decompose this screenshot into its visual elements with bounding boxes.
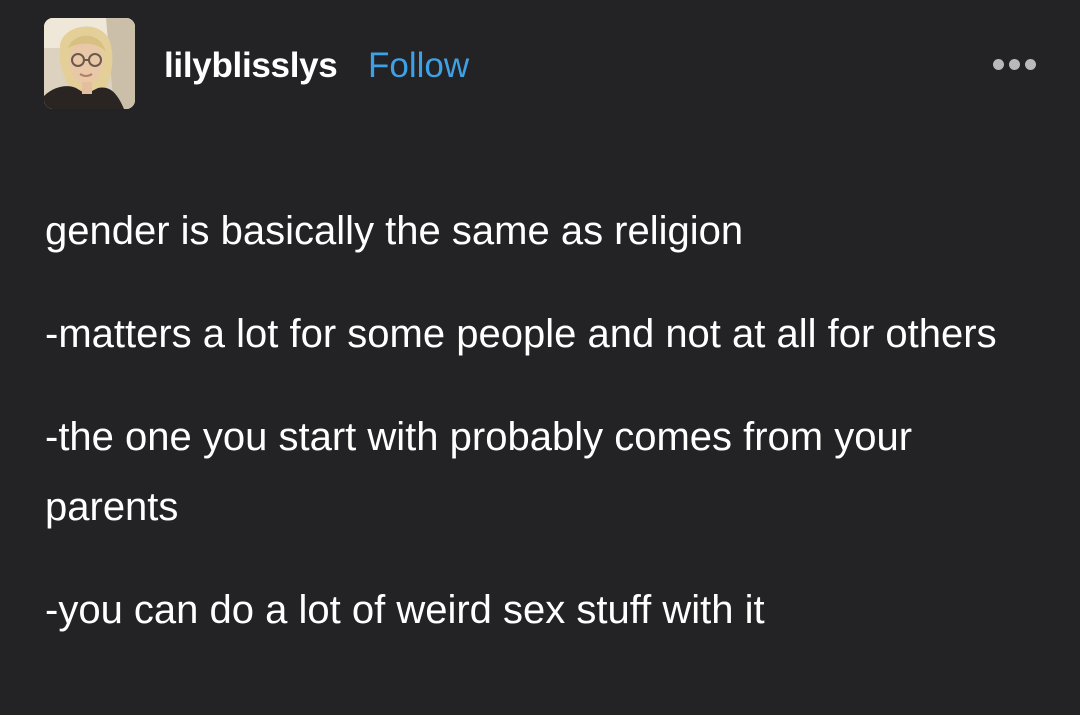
username-link[interactable]: lilyblisslys bbox=[164, 45, 338, 87]
post-paragraph: -the one you start with probably comes f… bbox=[45, 415, 913, 529]
post-paragraph: -you can do a lot of weird sex stuff wit… bbox=[45, 588, 765, 632]
more-options-button[interactable] bbox=[990, 56, 1040, 72]
post-header: lilyblisslys Follow bbox=[44, 18, 1040, 110]
avatar[interactable] bbox=[44, 18, 135, 109]
follow-button[interactable]: Follow bbox=[368, 45, 469, 87]
ellipsis-horizontal-icon bbox=[1009, 59, 1020, 70]
post-paragraph: gender is basically the same as religion bbox=[45, 209, 744, 253]
post-body: gender is basically the same as religion… bbox=[45, 196, 1035, 678]
avatar-image bbox=[44, 18, 135, 109]
post-paragraph: -matters a lot for some people and not a… bbox=[45, 312, 997, 356]
ellipsis-horizontal-icon bbox=[993, 59, 1004, 70]
ellipsis-horizontal-icon bbox=[1025, 59, 1036, 70]
